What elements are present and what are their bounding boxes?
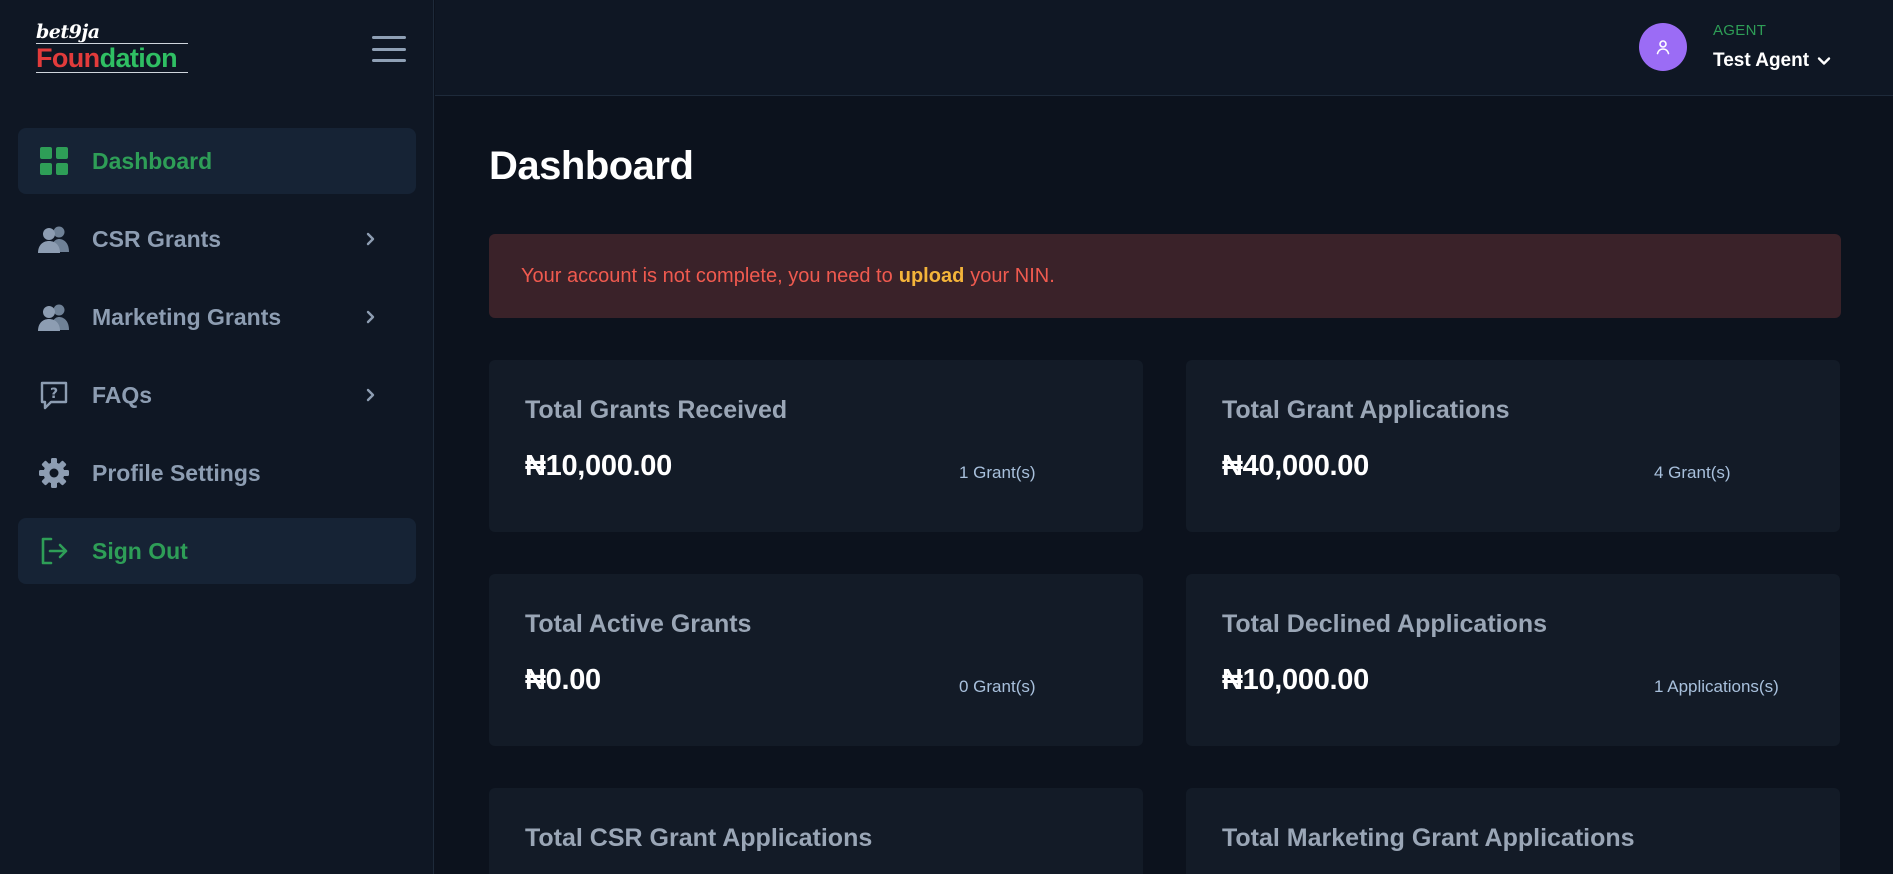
alert-text-after: your NIN. <box>970 264 1055 287</box>
card-title: Total Grants Received <box>525 396 788 424</box>
stat-card-total-declined-applications: Total Declined Applications ₦10,000.00 1… <box>1186 574 1840 746</box>
app-root: bet9ja Foundation Dashboard CSR Grants M… <box>0 0 1893 874</box>
sidebar-item-label: Sign Out <box>92 537 188 564</box>
chevron-down-icon <box>1817 54 1831 68</box>
logo-top-text: bet9ja <box>36 22 188 44</box>
card-count: 4 Grant(s) <box>1654 463 1731 482</box>
page-title: Dashboard <box>489 144 694 188</box>
brand-logo[interactable]: bet9ja Foundation <box>36 22 192 74</box>
logo-green-part: dation <box>99 43 178 73</box>
user-name: Test Agent <box>1713 50 1810 71</box>
sidebar-item-label: Marketing Grants <box>92 303 282 330</box>
alert-text-before: Your account is not complete, you need t… <box>521 264 893 287</box>
sidebar-item-label: CSR Grants <box>92 225 222 252</box>
chevron-right-icon <box>362 308 380 326</box>
stat-card-total-grant-applications: Total Grant Applications ₦40,000.00 4 Gr… <box>1186 360 1840 532</box>
sidebar-item-label: Profile Settings <box>92 459 261 486</box>
sidebar-item-profile-settings[interactable]: Profile Settings <box>18 440 416 506</box>
card-amount: ₦0.00 <box>525 664 601 696</box>
upload-link[interactable]: upload <box>899 265 965 288</box>
users-icon <box>38 223 70 255</box>
stat-card-total-marketing-grant-applications: Total Marketing Grant Applications <box>1186 788 1840 874</box>
stat-card-total-grants-received: Total Grants Received ₦10,000.00 1 Grant… <box>489 360 1143 532</box>
gear-icon <box>38 457 70 489</box>
help-chat-icon: ? <box>38 379 70 411</box>
sidebar-item-dashboard[interactable]: Dashboard <box>18 128 416 194</box>
logo-bottom-text: Foundation <box>36 44 188 73</box>
card-title: Total CSR Grant Applications <box>525 824 873 852</box>
card-count: 0 Grant(s) <box>959 677 1036 696</box>
user-role-label: AGENT <box>1713 22 1767 39</box>
card-title: Total Grant Applications <box>1222 396 1510 424</box>
sidebar-item-marketing-grants[interactable]: Marketing Grants <box>18 284 416 350</box>
card-amount: ₦10,000.00 <box>1222 664 1369 696</box>
sidebar-item-sign-out[interactable]: Sign Out <box>18 518 416 584</box>
chevron-right-icon <box>362 230 380 248</box>
card-title: Total Declined Applications <box>1222 610 1548 638</box>
users-icon <box>38 301 70 333</box>
card-amount: ₦10,000.00 <box>525 450 672 482</box>
menu-toggle-icon[interactable] <box>372 36 406 62</box>
sidebar-nav: Dashboard CSR Grants Marketing Grants ? … <box>18 128 416 596</box>
user-menu-toggle[interactable]: Test Agent <box>1713 50 1831 72</box>
top-header: AGENT Test Agent <box>435 0 1893 96</box>
chevron-right-icon <box>362 386 380 404</box>
grid-icon <box>38 145 70 177</box>
avatar[interactable] <box>1639 23 1687 71</box>
sidebar-item-label: FAQs <box>92 381 153 408</box>
card-title: Total Active Grants <box>525 610 752 638</box>
user-icon <box>1656 40 1670 55</box>
logo-red-part: Foun <box>36 43 100 73</box>
svg-text:?: ? <box>50 386 58 402</box>
card-count: 1 Grant(s) <box>959 463 1036 482</box>
card-count: 1 Applications(s) <box>1654 677 1779 696</box>
sign-out-icon <box>38 535 70 567</box>
stat-card-total-csr-grant-applications: Total CSR Grant Applications <box>489 788 1143 874</box>
sidebar-item-csr-grants[interactable]: CSR Grants <box>18 206 416 272</box>
sidebar: bet9ja Foundation Dashboard CSR Grants M… <box>0 0 434 874</box>
card-title: Total Marketing Grant Applications <box>1222 824 1635 852</box>
sidebar-item-label: Dashboard <box>92 147 213 174</box>
card-amount: ₦40,000.00 <box>1222 450 1369 482</box>
stat-card-total-active-grants: Total Active Grants ₦0.00 0 Grant(s) <box>489 574 1143 746</box>
account-incomplete-alert: Your account is not complete, you need t… <box>489 234 1841 318</box>
sidebar-item-faqs[interactable]: ? FAQs <box>18 362 416 428</box>
